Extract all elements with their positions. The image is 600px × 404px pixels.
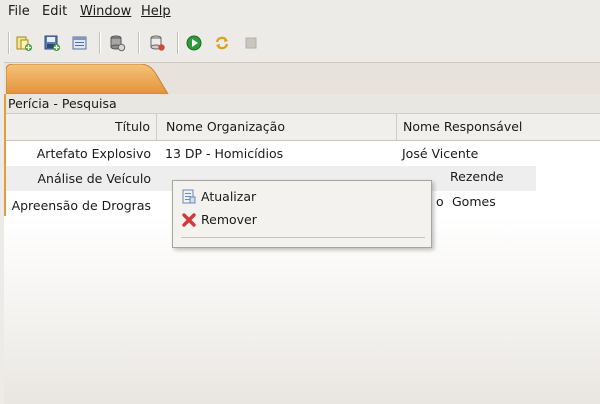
- context-menu-label: Remover: [201, 212, 257, 227]
- column-header-titulo[interactable]: Título: [6, 114, 150, 140]
- refresh-doc-icon: [182, 189, 196, 204]
- panel-title: Perícia - Pesquisa: [8, 96, 117, 111]
- column-header-nome-organizacao[interactable]: Nome Organização: [156, 114, 406, 140]
- run-icon[interactable]: [185, 34, 203, 52]
- menu-bar: File Edit Window Help: [0, 0, 600, 24]
- database-icon[interactable]: [108, 34, 126, 52]
- cell-nome-organizacao: 13 DP - Homicídios: [165, 146, 284, 161]
- toolbar-separator: [99, 32, 101, 54]
- context-menu-item-atualizar[interactable]: Atualizar: [179, 186, 419, 208]
- table-row[interactable]: Artefato Explosivo 13 DP - Homicídios Jo…: [6, 141, 600, 166]
- context-menu-label: Atualizar: [201, 189, 257, 204]
- refresh-icon[interactable]: [213, 34, 231, 52]
- cell-nome-responsavel-fragment: o: [436, 194, 444, 209]
- properties-icon[interactable]: [71, 34, 89, 52]
- tab-pericia[interactable]: [6, 64, 174, 94]
- context-menu-item-remover[interactable]: Remover: [179, 209, 419, 231]
- cell-titulo: Artefato Explosivo: [36, 146, 151, 161]
- context-menu: Atualizar Remover: [172, 180, 432, 248]
- cell-nome-responsavel: José Vicente: [402, 146, 479, 161]
- panel-titlebar: Perícia - Pesquisa: [6, 94, 600, 114]
- stop-icon[interactable]: [242, 34, 260, 52]
- new-folder-icon[interactable]: [15, 34, 33, 52]
- toolbar-separator: [8, 32, 10, 54]
- column-header-nome-responsavel[interactable]: Nome Responsável: [396, 114, 600, 140]
- save-icon[interactable]: [43, 34, 61, 52]
- database-add-icon[interactable]: [148, 34, 166, 52]
- menu-file[interactable]: File: [8, 4, 30, 19]
- red-x-icon: [182, 213, 196, 227]
- menu-window[interactable]: Window: [80, 4, 131, 19]
- table-header: Título Nome Organização Nome Responsável: [6, 114, 600, 141]
- toolbar: [0, 26, 600, 60]
- cell-nome-responsavel: Gomes: [452, 194, 496, 209]
- context-menu-separator: [181, 237, 425, 238]
- cell-titulo: Apreensão de Drogras: [11, 198, 151, 213]
- menu-help[interactable]: Help: [141, 4, 171, 19]
- toolbar-separator: [177, 32, 179, 54]
- toolbar-separator: [138, 32, 140, 54]
- cell-nome-responsavel: Rezende: [450, 169, 504, 184]
- menu-edit[interactable]: Edit: [42, 4, 67, 19]
- cell-titulo: Análise de Veículo: [37, 171, 151, 186]
